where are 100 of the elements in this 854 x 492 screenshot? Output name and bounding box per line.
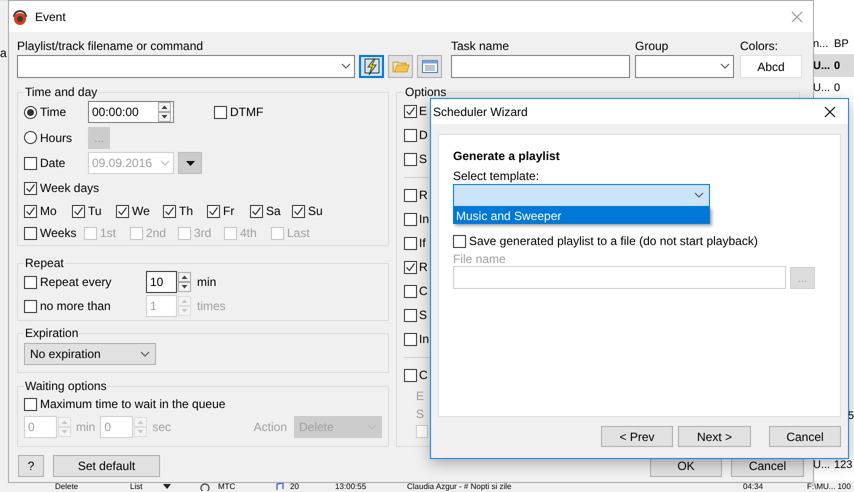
column-header[interactable]: n... [812, 38, 834, 50]
checkbox[interactable] [404, 368, 417, 382]
checkbox-label: no more than [40, 299, 111, 313]
help-button[interactable]: ? [18, 455, 44, 477]
table-row[interactable]: U... 123 [812, 457, 854, 473]
checkbox[interactable] [404, 332, 417, 346]
spinner-buttons[interactable] [177, 271, 192, 293]
wizard-button[interactable]: Cancel [769, 426, 841, 447]
field-label: Group [635, 39, 670, 53]
track-title: Claudia Azgur - # Nopti si zile [407, 481, 512, 492]
expiration-dropdown[interactable]: No expiration [24, 343, 156, 365]
unit-label: sec [152, 420, 172, 434]
window-title: Event [35, 10, 66, 24]
toolbar-button[interactable]: Delete [55, 481, 78, 492]
radio-button[interactable] [24, 106, 37, 118]
checkbox[interactable] [404, 284, 417, 298]
template-dropdown[interactable] [453, 184, 710, 207]
checkbox-label: We [132, 204, 150, 218]
checkbox[interactable] [24, 276, 37, 288]
list-button[interactable] [417, 55, 442, 78]
column-header[interactable]: BP [834, 38, 854, 50]
checkbox[interactable] [453, 234, 466, 248]
field-label: Colors: [740, 39, 780, 53]
number-field[interactable]: 10 [146, 271, 177, 293]
side-text: a [0, 46, 7, 60]
checkbox[interactable] [404, 104, 417, 118]
wizard-button[interactable]: Next > [678, 426, 751, 447]
toolbar-button[interactable]: List [130, 481, 142, 492]
action-label: Action [254, 420, 287, 434]
checkbox-label: Tu [88, 204, 102, 218]
table-cell-text: 0 [834, 60, 842, 72]
checkbox[interactable] [404, 152, 417, 166]
radio-label: Hours [40, 130, 72, 144]
table-row[interactable]: U... 0 [812, 77, 854, 99]
dropdown-option[interactable]: Music and Sweeper [453, 207, 710, 224]
emblem-icon [200, 482, 210, 490]
checkbox[interactable] [116, 204, 129, 218]
checkbox[interactable] [163, 204, 176, 218]
set-default-button[interactable]: Set default [53, 455, 160, 477]
checkbox[interactable] [404, 308, 417, 322]
checkbox[interactable] [207, 204, 220, 218]
checkbox-label: In [419, 332, 430, 346]
chevron-icon [140, 350, 150, 358]
group-field[interactable] [635, 55, 734, 78]
group-title: Expiration [24, 326, 80, 340]
checkbox-label: Date [40, 156, 66, 170]
dropdown-button[interactable] [178, 152, 202, 174]
option-text: S [416, 407, 424, 421]
checkbox-label: If [419, 236, 426, 250]
checkbox[interactable] [214, 106, 227, 118]
checkbox[interactable] [404, 188, 417, 202]
checkbox-label: D [419, 128, 428, 142]
checkbox-label: In [419, 212, 430, 226]
checkbox-label: R [419, 188, 428, 202]
field-label: File name [453, 252, 507, 266]
checkbox-label: S [419, 308, 428, 322]
unit-label: times [197, 299, 226, 313]
checkbox-label: S [419, 152, 428, 166]
checkbox[interactable] [72, 204, 85, 218]
checkbox[interactable] [404, 212, 417, 226]
radio-label: Time [40, 105, 66, 119]
checkbox[interactable] [404, 236, 417, 250]
checkbox[interactable] [24, 204, 37, 218]
group-title: Waiting options [24, 379, 108, 393]
checkbox[interactable] [24, 182, 37, 194]
checkbox-label: Mo [40, 204, 57, 218]
checkbox-label: Repeat every [40, 275, 112, 289]
list-icon [420, 58, 438, 76]
window-title: Scheduler Wizard [433, 104, 528, 118]
table-cell-text: 123 [834, 459, 854, 471]
headphones-icon [11, 8, 29, 26]
track-duration: 04:34 [743, 481, 764, 492]
checkbox[interactable] [292, 204, 305, 218]
caret-icon [186, 160, 194, 166]
lightning-button[interactable] [359, 55, 384, 78]
toolbar-button[interactable]: MTC [218, 481, 236, 492]
chevron-icon [160, 160, 170, 166]
group-title: Time and day [24, 85, 98, 99]
track-bpm: 100 [837, 481, 851, 492]
checkbox-label: DTMF [230, 105, 264, 119]
field-label: Select template: [453, 169, 540, 183]
color-sample-button[interactable]: Abcd [740, 55, 802, 78]
command-field[interactable] [17, 55, 355, 78]
close-icon[interactable] [824, 106, 836, 118]
checkbox[interactable] [250, 204, 263, 218]
field-label: Task name [451, 39, 510, 53]
group-title: Options [404, 85, 448, 99]
checkbox-label: Sa [266, 204, 281, 218]
task-name-field[interactable] [451, 55, 630, 78]
time-field[interactable]: 00:00:00 [88, 101, 174, 123]
checkbox-label: C [419, 284, 428, 298]
radio-button[interactable] [24, 131, 37, 144]
wizard-button[interactable]: < Prev [601, 426, 673, 447]
table-cell-text: U... [812, 459, 832, 471]
checkbox[interactable] [404, 260, 417, 274]
checkbox[interactable] [404, 128, 417, 142]
checkbox[interactable] [24, 156, 37, 170]
checkbox-label: Week days [40, 181, 100, 195]
checkbox[interactable] [24, 226, 37, 240]
spinner-buttons[interactable] [157, 101, 172, 123]
